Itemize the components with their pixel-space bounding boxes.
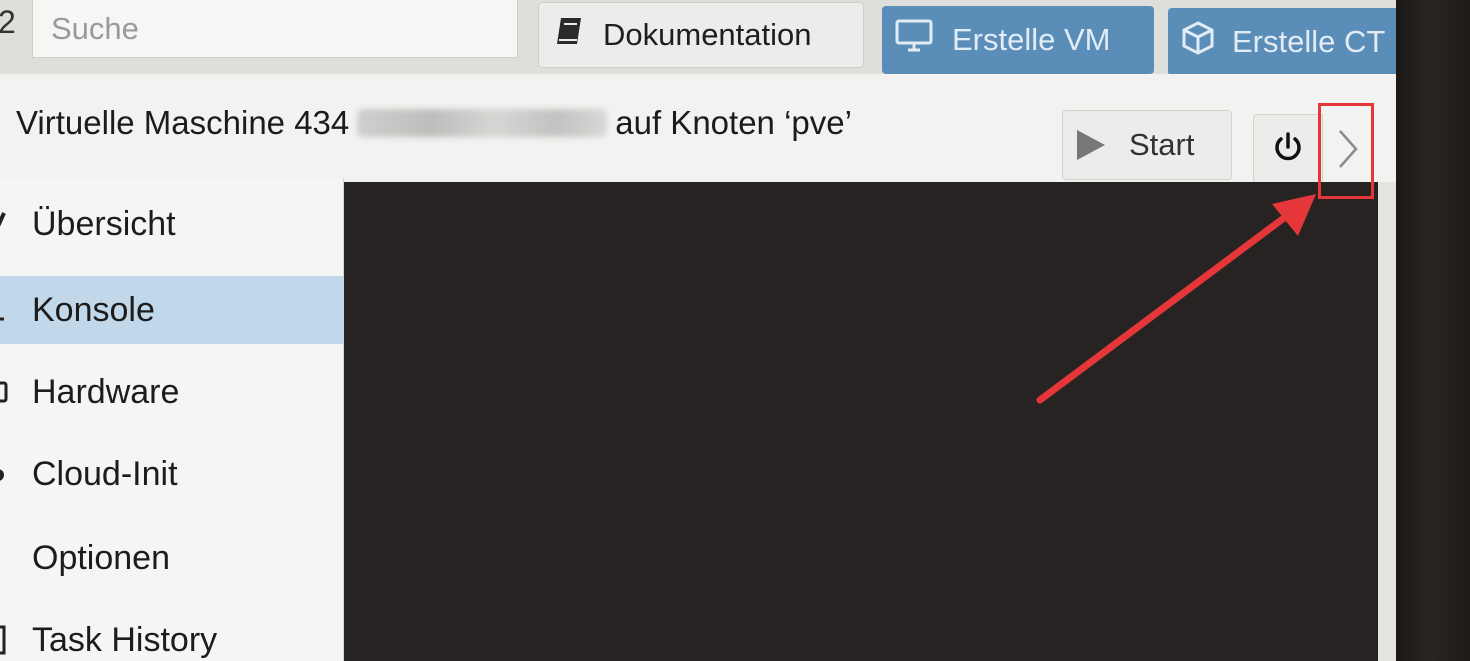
console-viewport[interactable] [344,182,1378,661]
vm-sidebar: Übersicht Konsole Hardware Cloud-Init Op… [0,178,344,661]
chevron-right-icon [1334,127,1362,176]
cloud-icon [0,461,10,487]
power-icon [1270,129,1306,170]
hardware-icon [0,379,10,405]
sidebar-item-console[interactable]: Konsole [0,276,344,344]
more-actions-button[interactable] [1322,114,1374,188]
node-count: 2 [0,4,16,40]
sidebar-item-summary[interactable]: Übersicht [0,190,344,258]
sidebar-item-task-history[interactable]: Task History [0,606,344,661]
page-title: Virtuelle Maschine 434 auf Knoten ‘pve’ [16,104,852,142]
sidebar-item-label: Cloud-Init [32,454,178,493]
cube-icon [1180,20,1216,64]
create-vm-label: Erstelle VM [952,22,1111,57]
shutdown-button[interactable] [1253,114,1323,184]
sidebar-item-label: Optionen [32,538,170,577]
console-icon [0,297,10,323]
title-prefix: Virtuelle Maschine 434 [16,104,350,141]
book-icon [553,14,587,56]
content-border [1378,182,1396,661]
search-placeholder: Suche [51,10,139,46]
sidebar-item-label: Hardware [32,372,180,411]
sidebar-item-label: Task History [32,620,218,659]
redacted-vm-name [357,109,608,137]
proxmox-screen: 2 Suche Dokumentation Erstelle VM Erstel… [0,0,1396,661]
sidebar-item-cloud-init[interactable]: Cloud-Init [0,440,344,508]
start-label: Start [1129,127,1195,162]
start-button[interactable]: Start [1062,110,1232,180]
sidebar-item-label: Konsole [32,290,155,329]
title-suffix: auf Knoten ‘pve’ [615,104,852,141]
create-ct-label: Erstelle CT [1232,24,1386,59]
documentation-label: Dokumentation [603,17,812,52]
top-toolbar: 2 Suche Dokumentation Erstelle VM Erstel… [0,0,1396,76]
sidebar-item-options[interactable]: Optionen [0,524,344,592]
documentation-button[interactable]: Dokumentation [538,2,864,68]
sidebar-item-hardware[interactable]: Hardware [0,358,344,426]
create-vm-button[interactable]: Erstelle VM [882,6,1154,74]
vm-header: Virtuelle Maschine 434 auf Knoten ‘pve’ … [0,74,1396,184]
gear-icon [0,545,10,571]
play-icon [1077,130,1105,160]
sidebar-item-label: Übersicht [32,204,176,243]
monitor-icon [894,18,934,62]
monitor-bezel [1396,0,1470,661]
summary-icon [0,211,10,237]
search-input[interactable]: Suche [32,0,518,58]
list-icon [0,625,10,655]
create-ct-button[interactable]: Erstelle CT [1168,8,1396,76]
